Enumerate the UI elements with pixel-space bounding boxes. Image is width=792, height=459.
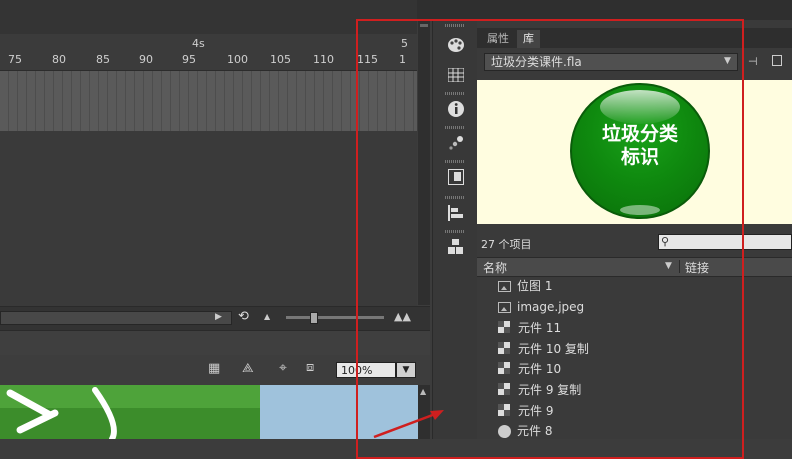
- scroll-right-icon[interactable]: ▶: [215, 312, 222, 322]
- frame-number: 105: [270, 53, 291, 66]
- timeline-empty-area: [0, 131, 417, 306]
- scene-icon[interactable]: ▦: [208, 361, 220, 376]
- frame-number: 95: [182, 53, 196, 66]
- timeline-horizontal-scrollbar[interactable]: [0, 311, 232, 325]
- symbol-edit-icon[interactable]: ⟁: [242, 361, 254, 376]
- frame-number: 110: [313, 53, 334, 66]
- timeline-ruler[interactable]: 4s 5 75 80 85 90 95 100 105 110 115 1: [0, 34, 417, 71]
- annotation-arrow: [373, 410, 444, 439]
- timeline-header: [0, 0, 417, 35]
- timeline-zoom-knob[interactable]: [310, 312, 318, 324]
- frame-number: 75: [8, 53, 22, 66]
- frame-grid[interactable]: [0, 71, 417, 131]
- frame-number: 90: [139, 53, 153, 66]
- canvas-arrow-graphic: [6, 387, 117, 439]
- loop-icon[interactable]: ⟲: [238, 309, 249, 324]
- zoom-out-icon[interactable]: ▲: [264, 312, 270, 321]
- clip-icon[interactable]: ⧈: [306, 360, 314, 375]
- seconds-marker: 4s: [192, 37, 205, 50]
- frame-number: 80: [52, 53, 66, 66]
- annotation-highlight-box: [356, 19, 744, 459]
- pin-icon[interactable]: ⊣: [748, 55, 758, 68]
- center-stage-icon[interactable]: ⌖: [279, 360, 287, 376]
- frame-number: 85: [96, 53, 110, 66]
- frame-number: 100: [227, 53, 248, 66]
- new-library-icon[interactable]: [772, 55, 782, 66]
